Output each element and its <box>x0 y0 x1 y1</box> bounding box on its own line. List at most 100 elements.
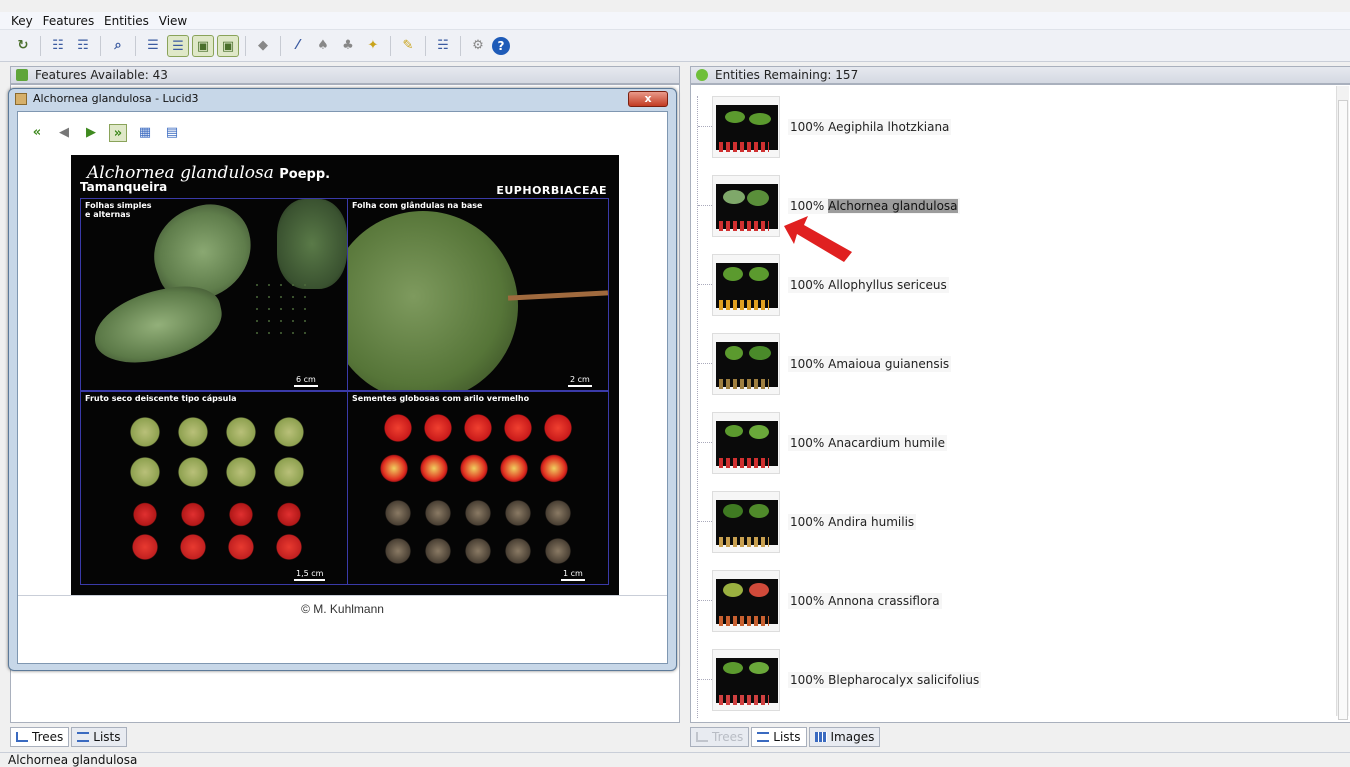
entity-label: 100% Anacardium humile <box>788 435 947 451</box>
tab-label: Lists <box>93 730 121 744</box>
list-icon[interactable]: ☰ <box>142 35 164 57</box>
wand-icon[interactable]: ⁄ <box>287 35 309 57</box>
best-icon[interactable]: ♠ <box>312 35 334 57</box>
menu-entities[interactable]: Entities <box>101 12 152 30</box>
entities-scrollbar[interactable] <box>1336 86 1349 720</box>
toolbar-separator <box>390 35 391 56</box>
image-navigation: « ◀ ▶ » ▦ ▤ <box>28 124 181 142</box>
scale-bar: 1 cm <box>561 569 585 581</box>
lists-icon <box>77 732 90 742</box>
settings-icon[interactable]: ⚙ <box>467 35 489 57</box>
brown-seeds-row <box>378 498 578 528</box>
features-available-header: Features Available: 43 <box>10 66 680 84</box>
entity-percent: 100% <box>790 673 825 687</box>
toolbar-separator <box>245 35 246 56</box>
entity-percent: 100% <box>790 199 825 213</box>
entity-name: Aegiphila lhotzkiana <box>828 120 950 134</box>
entity-thumbnail <box>712 96 780 158</box>
entity-item[interactable]: 100% Amaioua guianensis <box>698 333 1272 395</box>
entity-name-selected: Alchornea glandulosa <box>828 199 958 213</box>
previous-image-icon[interactable]: ◀ <box>55 124 73 142</box>
entity-item[interactable]: 100% Andira humilis <box>698 491 1272 553</box>
window-title-bar[interactable]: Alchornea glandulosa - Lucid3 <box>9 89 676 109</box>
tab-label: Trees <box>712 730 744 744</box>
entity-item[interactable]: 100% Aegiphila lhotzkiana <box>698 96 1272 158</box>
tab-lists-left[interactable]: Lists <box>71 727 127 747</box>
differences-icon[interactable]: ✦ <box>362 35 384 57</box>
entity-label: 100% Blepharocalyx salicifolius <box>788 672 982 688</box>
status-bar: Alchornea glandulosa <box>0 752 1350 767</box>
prune-icon[interactable]: ♣ <box>337 35 359 57</box>
entities-list-icon[interactable]: ☵ <box>432 35 454 57</box>
window-title: Alchornea glandulosa - Lucid3 <box>33 92 199 105</box>
menu-bar: Key Features Entities View <box>0 12 1350 30</box>
entity-percent: 100% <box>790 120 825 134</box>
next-image-icon[interactable]: ▶ <box>82 124 100 142</box>
menu-features[interactable]: Features <box>40 12 98 30</box>
entity-name: Allophyllus sericeus <box>828 278 947 292</box>
entity-name: Andira humilis <box>828 515 915 529</box>
entity-thumbnail <box>712 412 780 474</box>
help-icon[interactable]: ? <box>492 36 510 55</box>
leaf-shape <box>87 278 229 372</box>
entity-percent: 100% <box>790 436 825 450</box>
entity-thumbnail <box>712 491 780 553</box>
refresh-icon[interactable]: ↻ <box>12 35 34 57</box>
species-plate-image: Alchornea glandulosa Poepp. Tamanqueira … <box>71 155 619 595</box>
tab-trees-left[interactable]: Trees <box>10 727 70 747</box>
right-tabs: Trees Lists Images <box>690 727 881 749</box>
tab-trees-right: Trees <box>690 727 750 747</box>
tree-icon[interactable]: ☷ <box>47 35 69 57</box>
first-image-icon[interactable]: « <box>28 124 46 142</box>
toolbar-separator <box>460 35 461 56</box>
entity-thumbnail <box>712 570 780 632</box>
entity-thumbnail <box>712 175 780 237</box>
photo-seeds: Sementes globosas com arilo vermelho 1 c… <box>347 391 609 585</box>
entity-label: 100% Aegiphila lhotzkiana <box>788 119 952 135</box>
entity-thumbnail <box>712 649 780 711</box>
entity-item[interactable]: 100% Annona crassiflora <box>698 570 1272 632</box>
entity-item[interactable]: 100% Blepharocalyx salicifolius <box>698 649 1272 711</box>
photo-label: Folha com glândulas na base <box>352 201 483 210</box>
save-image-icon[interactable]: ▤ <box>163 124 181 142</box>
plate-author: Poepp. <box>279 167 331 182</box>
scrollbar-thumb[interactable] <box>1338 100 1348 720</box>
list-selected-icon[interactable]: ☰ <box>167 34 189 57</box>
last-image-icon[interactable]: » <box>109 124 127 142</box>
features-used-icon[interactable]: ✎ <box>397 35 419 57</box>
entities-remaining-header: Entities Remaining: 157 <box>690 66 1350 84</box>
toolbar-separator <box>135 35 136 56</box>
find-icon[interactable]: ⌕ <box>107 35 129 57</box>
image-green-icon[interactable]: ▣ <box>192 34 214 57</box>
close-button[interactable]: x <box>628 91 668 107</box>
thumbnails-grid-icon[interactable]: ▦ <box>136 124 154 142</box>
tree-expand-icon[interactable]: ☶ <box>72 35 94 57</box>
photo-label: Folhas simples e alternas <box>85 201 152 219</box>
tab-images-right[interactable]: Images <box>808 727 881 747</box>
menu-view[interactable]: View <box>156 12 190 30</box>
tab-lists-right[interactable]: Lists <box>751 727 807 747</box>
entities-icon <box>696 69 708 81</box>
photo-label-line: e alternas <box>85 210 131 219</box>
green-capsules <box>121 412 321 492</box>
plate-family: EUPHORBIACEAE <box>496 184 607 197</box>
entity-item[interactable]: 100% Anacardium humile <box>698 412 1272 474</box>
trees-icon <box>16 732 28 742</box>
image-credit: © M. Kuhlmann <box>301 602 384 616</box>
entity-name: Amaioua guianensis <box>828 357 950 371</box>
entities-remaining-label: Entities Remaining: 157 <box>715 68 859 82</box>
entity-name: Anacardium humile <box>828 436 945 450</box>
tab-label: Lists <box>773 730 801 744</box>
image-selected-icon[interactable]: ▣ <box>217 34 239 57</box>
entity-image-window[interactable]: Alchornea glandulosa - Lucid3 x « ◀ ▶ » … <box>8 88 677 671</box>
arillate-seeds-row <box>378 454 578 486</box>
tab-label: Images <box>830 730 875 744</box>
tag-icon[interactable]: ◆ <box>252 35 274 57</box>
toolbar: ↻ ☷ ☶ ⌕ ☰ ☰ ▣ ▣ ◆ ⁄ ♠ ♣ ✦ ✎ ☵ ⚙ ? <box>0 30 1350 62</box>
entity-name: Annona crassiflora <box>828 594 940 608</box>
menu-key[interactable]: Key <box>8 12 36 30</box>
entity-label: 100% Allophyllus sericeus <box>788 277 949 293</box>
entity-percent: 100% <box>790 278 825 292</box>
photo-leaves: Folhas simples e alternas 6 cm <box>80 198 348 391</box>
scale-bar: 2 cm <box>568 375 592 387</box>
